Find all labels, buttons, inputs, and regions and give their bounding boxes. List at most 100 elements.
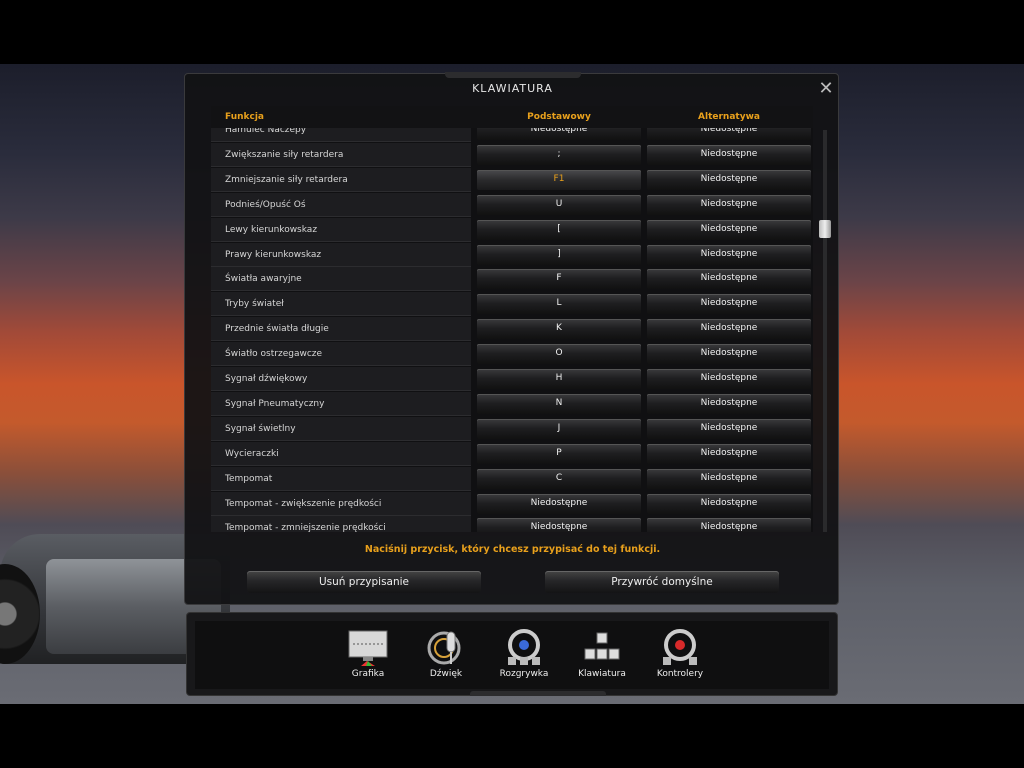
alternative-key-button[interactable]: Niedostępne <box>647 169 811 190</box>
nav-sound[interactable]: Dźwięk <box>411 623 481 687</box>
controller-wheel-icon <box>663 629 697 665</box>
primary-key-button[interactable]: K <box>477 319 641 340</box>
row-function-label: Zwiększanie siły retardera <box>211 142 471 167</box>
primary-key-button[interactable]: Niedostępne <box>477 493 641 514</box>
table-row: Światło ostrzegawcze O Niedostępne <box>211 342 813 367</box>
clear-binding-button[interactable]: Usuń przypisanie <box>247 571 481 593</box>
close-icon[interactable]: ✕ <box>815 78 837 100</box>
primary-key-button[interactable]: O <box>477 344 641 365</box>
assign-prompt: Naciśnij przycisk, który chcesz przypisa… <box>364 544 661 555</box>
primary-key-button[interactable]: U <box>477 194 641 215</box>
primary-key-button[interactable]: ; <box>477 144 641 165</box>
restore-defaults-button[interactable]: Przywróć domyślne <box>545 571 779 593</box>
settings-category-bar: Grafika Dźwięk Rozgrywka Klawiatura Kont… <box>186 612 838 696</box>
row-function-label: Tryby świateł <box>211 292 471 317</box>
row-function-label: Sygnał dźwiękowy <box>211 367 471 391</box>
row-function-label: Sygnał świetlny <box>211 416 471 441</box>
primary-key-button[interactable]: N <box>477 393 641 414</box>
alternative-key-button[interactable]: Niedostępne <box>647 369 811 389</box>
table-row: Hamulec Naczepy Niedostępne Niedostępne <box>211 128 813 143</box>
table-row: Prawy kierunkowskaz] Niedostępne <box>211 242 813 268</box>
alternative-key-button[interactable]: Niedostępne <box>647 443 811 464</box>
keyboard-keys-icon <box>584 632 620 660</box>
alternative-key-button[interactable]: Niedostępne <box>647 294 811 315</box>
nav-controllers[interactable]: Kontrolery <box>645 623 715 687</box>
row-function-label: Tempomat - zmniejszenie prędkości <box>211 516 471 532</box>
row-function-label: Wycieraczki <box>211 441 471 466</box>
primary-key-button[interactable]: J <box>477 418 641 439</box>
row-function-label: Tempomat <box>211 466 471 491</box>
nav-gameplay[interactable]: Rozgrywka <box>489 623 559 687</box>
row-function-label: Zmniejszanie siły retardera <box>211 167 471 192</box>
keybinding-table: Funkcja Podstawowy Alternatywa Hamulec N… <box>211 106 813 532</box>
microphone-icon <box>427 631 461 665</box>
category-bar-grip <box>470 691 606 696</box>
table-row: Lewy kierunkowskaz [ Niedostępne <box>211 217 813 243</box>
alternative-key-button[interactable]: Niedostępne <box>647 244 811 265</box>
row-function-label: Sygnał Pneumatyczny <box>211 391 471 416</box>
primary-key-button[interactable]: C <box>477 468 641 489</box>
row-function-label: Prawy kierunkowskaz <box>211 242 471 267</box>
scrollbar[interactable] <box>819 130 831 532</box>
header-primary: Podstawowy <box>527 112 591 122</box>
primary-key-button[interactable]: ] <box>477 244 641 265</box>
table-row: Sygnał świetlny J Niedostępne <box>211 416 813 442</box>
table-header: Funkcja Podstawowy Alternatywa <box>211 106 813 128</box>
category-bar-inner: Grafika Dźwięk Rozgrywka Klawiatura Kont… <box>195 621 829 689</box>
table-row: Wycieraczki P Niedostępne <box>211 441 813 467</box>
row-function-label: Hamulec Naczepy <box>211 128 471 142</box>
primary-key-button[interactable]: F1 <box>477 169 641 190</box>
header-alternative: Alternatywa <box>698 112 760 122</box>
window-title: KLAWIATURA <box>472 82 553 95</box>
header-function: Funkcja <box>225 112 264 122</box>
table-row: Przednie światła długie K Niedostępne <box>211 317 813 342</box>
alternative-key-button[interactable]: Niedostępne <box>647 194 811 215</box>
alternative-key-button[interactable]: Niedostępne <box>647 518 811 532</box>
table-row: Tempomat - zmniejszenie prędkości Niedost… <box>211 516 813 532</box>
row-function-label: Lewy kierunkowskaz <box>211 217 471 242</box>
table-row: Tempomat - zwiększenie prędkości Niedostę… <box>211 491 813 517</box>
row-function-label: Światło ostrzegawcze <box>211 342 471 367</box>
nav-label: Dźwięk <box>429 669 463 679</box>
primary-key-button[interactable]: [ <box>477 219 641 240</box>
steering-wheel-icon <box>508 629 540 665</box>
nav-label: Rozgrywka <box>499 669 549 679</box>
primary-key-button[interactable]: L <box>477 294 641 315</box>
primary-key-button[interactable]: Niedostępne <box>477 518 641 532</box>
alternative-key-button[interactable]: Niedostępne <box>647 219 811 240</box>
window-tab-decoration <box>445 72 581 78</box>
nav-label: Klawiatura <box>578 669 626 679</box>
primary-key-button[interactable]: Niedostępne <box>477 128 641 140</box>
alternative-key-button[interactable]: Niedostępne <box>647 493 811 514</box>
alternative-key-button[interactable]: Niedostępne <box>647 468 811 489</box>
alternative-key-button[interactable]: Niedostępne <box>647 144 811 165</box>
table-row: Sygnał Pneumatyczny N Niedostępne <box>211 391 813 417</box>
nav-label: Kontrolery <box>656 669 704 679</box>
nav-graphics[interactable]: Grafika <box>333 623 403 687</box>
alternative-key-button[interactable]: Niedostępne <box>647 319 811 340</box>
alternative-key-button[interactable]: Niedostępne <box>647 393 811 414</box>
table-row: Światła awaryjne F Niedostępne <box>211 267 813 292</box>
table-row: Tryby świateł L Niedostępne <box>211 292 813 317</box>
alternative-key-button[interactable]: Niedostępne <box>647 344 811 365</box>
row-function-label: Światła awaryjne <box>211 267 471 292</box>
table-row: Sygnał dźwiękowy H Niedostępne <box>211 367 813 392</box>
primary-key-button[interactable]: H <box>477 369 641 389</box>
row-function-label: Podnieś/Opuść Oś <box>211 192 471 217</box>
keyboard-settings-window: KLAWIATURA ✕ Funkcja Podstawowy Alternat… <box>184 72 839 605</box>
scrollbar-thumb[interactable] <box>819 220 831 238</box>
table-row: Zwiększanie siły retardera; Niedostępne <box>211 142 813 168</box>
primary-key-button[interactable]: P <box>477 443 641 464</box>
primary-key-button[interactable]: F <box>477 269 641 290</box>
alternative-key-button[interactable]: Niedostępne <box>647 128 811 140</box>
row-function-label: Tempomat - zwiększenie prędkości <box>211 491 471 516</box>
alternative-key-button[interactable]: Niedostępne <box>647 418 811 439</box>
nav-label: Grafika <box>351 669 385 679</box>
alternative-key-button[interactable]: Niedostępne <box>647 269 811 290</box>
monitor-icon <box>348 630 388 666</box>
nav-keyboard[interactable]: Klawiatura <box>567 623 637 687</box>
table-row: Tempomat C Niedostępne <box>211 466 813 492</box>
table-row: Zmniejszanie siły retardera F1 Niedostępne <box>211 167 813 193</box>
row-function-label: Przednie światła długie <box>211 317 471 342</box>
table-body: Hamulec Naczepy Niedostępne Niedostępne Zwi… <box>211 128 813 532</box>
